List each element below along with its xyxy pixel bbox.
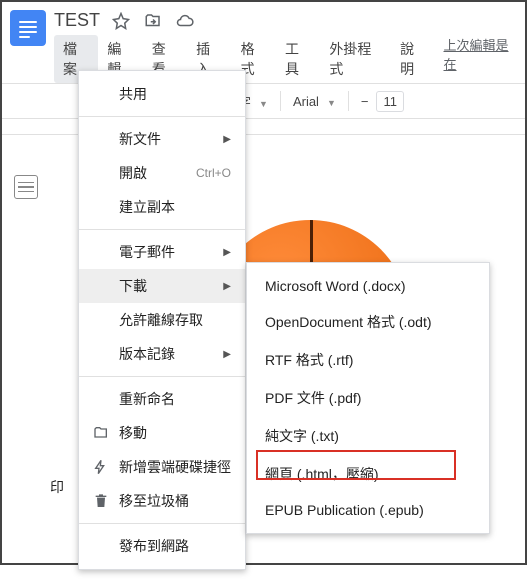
download-txt[interactable]: 純文字 (.txt) xyxy=(247,417,489,455)
download-html[interactable]: 網頁 (.html，壓縮) xyxy=(247,455,489,493)
download-epub[interactable]: EPUB Publication (.epub) xyxy=(247,493,489,527)
drive-shortcut-icon xyxy=(93,459,113,475)
file-menu-dropdown: 共用 新文件▶ 開啟Ctrl+O 建立副本 電子郵件▶ 下載▶ 允許離線存取 版… xyxy=(78,70,246,570)
menu-item-make-copy[interactable]: 建立副本 xyxy=(79,190,245,224)
menu-item-new[interactable]: 新文件▶ xyxy=(79,122,245,156)
download-pdf[interactable]: PDF 文件 (.pdf) xyxy=(247,379,489,417)
last-edit-link[interactable]: 上次編輯是在 xyxy=(444,35,518,83)
star-icon[interactable] xyxy=(112,12,130,30)
document-title[interactable]: TEST xyxy=(54,10,100,31)
menu-item-version-history[interactable]: 版本記錄▶ xyxy=(79,337,245,371)
menu-tools[interactable]: 工具 xyxy=(276,35,320,83)
menu-item-share[interactable]: 共用 xyxy=(79,77,245,111)
cloud-icon[interactable] xyxy=(176,12,194,30)
font-size-decrease[interactable]: − xyxy=(357,94,373,109)
menu-addons[interactable]: 外掛程式 xyxy=(320,35,391,83)
menu-item-add-shortcut[interactable]: 新增雲端硬碟捷徑 xyxy=(79,450,245,484)
font-size-input[interactable]: 11 xyxy=(376,91,404,112)
folder-move-icon xyxy=(93,425,113,441)
menu-item-email[interactable]: 電子郵件▶ xyxy=(79,235,245,269)
download-docx[interactable]: Microsoft Word (.docx) xyxy=(247,269,489,303)
menu-item-rename[interactable]: 重新命名 xyxy=(79,382,245,416)
download-odt[interactable]: OpenDocument 格式 (.odt) xyxy=(247,303,489,341)
download-rtf[interactable]: RTF 格式 (.rtf) xyxy=(247,341,489,379)
font-selector[interactable]: Arial▼ xyxy=(289,94,340,109)
download-submenu: Microsoft Word (.docx) OpenDocument 格式 (… xyxy=(246,262,490,534)
outline-icon[interactable] xyxy=(14,175,38,199)
move-icon[interactable] xyxy=(144,12,162,30)
trash-icon xyxy=(93,493,113,509)
docs-logo[interactable] xyxy=(10,10,46,46)
menu-item-publish[interactable]: 發布到網路 xyxy=(79,529,245,563)
menu-help[interactable]: 說明 xyxy=(391,35,435,83)
menu-item-offline[interactable]: 允許離線存取 xyxy=(79,303,245,337)
menu-item-download[interactable]: 下載▶ xyxy=(79,269,245,303)
print-char: 印 xyxy=(50,477,64,497)
menu-item-move[interactable]: 移動 xyxy=(79,416,245,450)
menu-item-trash[interactable]: 移至垃圾桶 xyxy=(79,484,245,518)
menu-item-open[interactable]: 開啟Ctrl+O xyxy=(79,156,245,190)
